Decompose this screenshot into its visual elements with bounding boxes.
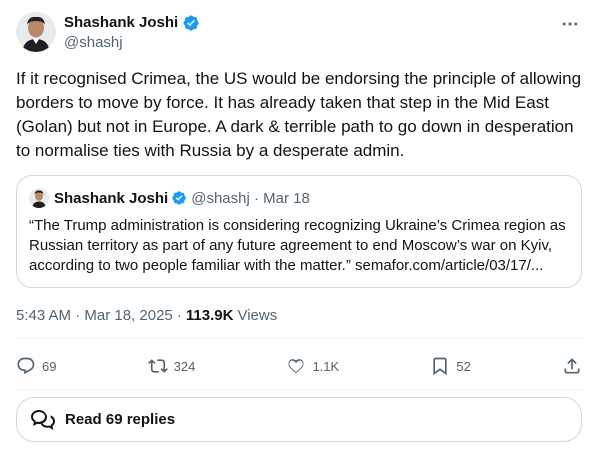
views-count: 113.9K [185, 307, 234, 324]
quote-avatar [29, 188, 49, 208]
more-horizontal-icon[interactable] [558, 14, 582, 34]
verified-badge-icon [171, 190, 187, 206]
divider [16, 389, 582, 390]
share-button[interactable] [562, 356, 582, 376]
timestamp[interactable]: 5:43 AM · Mar 18, 2025 · [16, 306, 182, 326]
reply-count: 69 [42, 358, 57, 374]
quote-handle-date: @shashj · Mar 18 [191, 189, 310, 207]
share-icon [564, 358, 580, 374]
quote-header: Shashank Joshi @shashj · Mar 18 [29, 188, 569, 208]
repost-button[interactable]: 324 [147, 356, 196, 376]
like-button[interactable]: 1.1K [286, 356, 339, 376]
repost-count: 324 [173, 358, 196, 374]
tweet-meta: 5:43 AM · Mar 18, 2025 · 113.9K Views [16, 306, 277, 326]
quote-text: “The Trump administration is considering… [29, 217, 566, 274]
quote-author-name: Shashank Joshi [54, 189, 169, 207]
views-label: Views [237, 307, 278, 324]
read-replies-button[interactable]: Read 69 replies [16, 397, 582, 442]
tweet-text: If it recognised Crimea, the US would be… [16, 69, 582, 160]
action-bar: 69 324 1.1K 52 [16, 351, 582, 381]
bookmark-count: 52 [456, 358, 471, 374]
avatar[interactable] [16, 12, 56, 52]
avatar-image [16, 12, 56, 52]
reply-icon [17, 357, 35, 375]
verified-badge-icon [182, 14, 200, 32]
like-count: 1.1K [312, 358, 340, 374]
bookmark-button[interactable]: 52 [430, 356, 471, 376]
tweet-header: Shashank Joshi @shashj [16, 12, 582, 56]
quote-tweet[interactable]: Shashank Joshi @shashj · Mar 18 “The Tru… [16, 175, 582, 288]
repost-icon [147, 359, 168, 373]
author-handle[interactable]: @shashj [64, 33, 200, 53]
bookmark-icon [433, 357, 448, 376]
read-replies-label: Read 69 replies [65, 411, 176, 428]
reply-button[interactable]: 69 [16, 356, 56, 376]
heart-icon [288, 359, 304, 373]
author-name[interactable]: Shashank Joshi [64, 13, 178, 33]
divider [16, 338, 582, 339]
author-block: Shashank Joshi @shashj [64, 12, 200, 53]
chat-bubbles-icon [31, 409, 55, 430]
